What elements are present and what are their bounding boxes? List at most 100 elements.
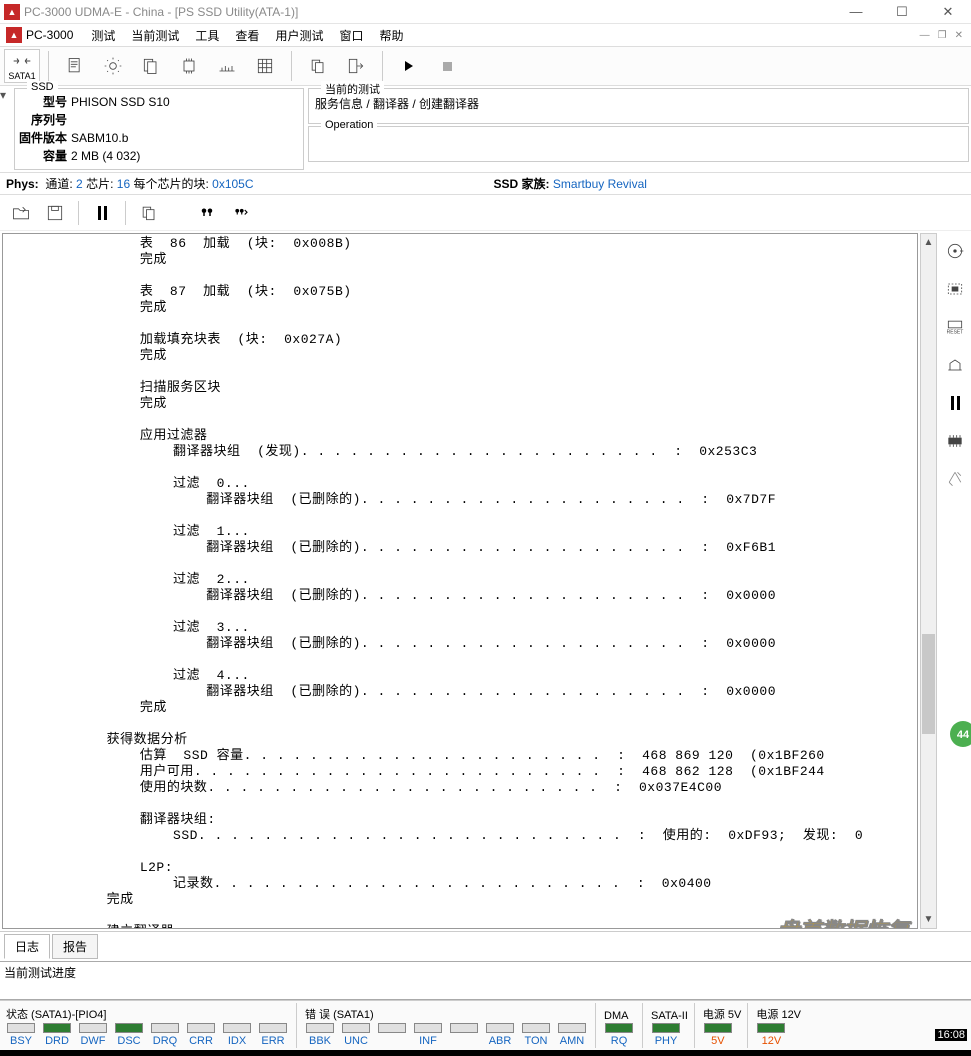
tab-report[interactable]: 报告 [52,934,98,959]
model-label: 型号 [17,93,71,111]
phys-info-bar: Phys: 通道: 2 芯片: 16 每个芯片的块: 0x105C SSD 家族… [0,173,971,195]
window-title: PC-3000 UDMA-E - China - [PS SSD Utility… [24,5,833,19]
status-group-dma: DMA RQ [602,1010,636,1048]
side-reset-icon[interactable]: RESET [943,315,967,339]
serial-label: 序列号 [17,111,71,129]
info-panel: ▾ SSD 型号PHISON SSD S10 序列号 固件版本SABM10.b … [0,86,971,173]
scroll-up-icon[interactable]: ▲ [921,234,936,251]
tool-ruler-icon[interactable] [209,49,245,83]
status-title-state: 状态 (SATA1)-[PIO4] [4,1006,290,1022]
family-value: Smartbuy Revival [553,177,647,191]
current-test-legend: 当前的测试 [321,81,384,97]
tab-log[interactable]: 日志 [4,934,50,959]
test-info-box: 当前的测试 服务信息 / 翻译器 / 创建翻译器 Operation [308,88,969,170]
indicator-INF: INF [413,1023,443,1047]
cap-value: 2 MB (4 032) [71,147,140,165]
tool-chip-icon[interactable] [171,49,207,83]
phys-label: Phys: [6,177,39,191]
open-icon[interactable] [6,199,36,227]
badge-text: 44 [957,729,970,741]
mdi-restore[interactable]: ❐ [938,30,947,41]
sata1-button[interactable]: SATA1 [4,49,40,83]
indicator-PHY: PHY [651,1023,681,1047]
side-tool-1-icon[interactable] [943,239,967,263]
tool-doc-icon[interactable] [57,49,93,83]
menu-help[interactable]: 帮助 [371,25,411,46]
side-chip-icon[interactable] [943,429,967,453]
log-tabs: 日志 报告 [0,931,971,961]
block-value: 0x105C [212,177,253,191]
fw-label: 固件版本 [17,129,71,147]
tool-gear-icon[interactable] [95,49,131,83]
tool-copy-icon[interactable] [300,49,336,83]
float-badge[interactable]: 44 [945,720,971,748]
indicator-AMN: AMN [557,1023,587,1047]
indicator-RQ: RQ [604,1023,634,1047]
collapse-arrow-icon[interactable]: ▾ [0,86,12,172]
watermark-line1: 盘首数据恢复 [777,913,909,929]
indicator-BSY: BSY [6,1023,36,1047]
mdi-close[interactable]: ✕ [955,30,963,41]
main-toolbar: SATA1 [0,46,971,86]
menu-window[interactable]: 窗口 [331,25,371,46]
scroll-down-icon[interactable]: ▼ [921,911,936,928]
main-area: 表 86 加载 (块: 0x008B) 完成 表 87 加载 (块: 0x075… [0,231,971,931]
scrollbar[interactable]: ▲ ▼ [920,233,937,929]
maximize-button[interactable]: ☐ [879,0,925,24]
minimize-button[interactable]: — [833,0,879,24]
menu-test[interactable]: 测试 [83,25,123,46]
status-title-12v: 电源 12V [754,1006,801,1022]
indicator-12V: 12V [756,1023,786,1047]
play-button[interactable] [391,49,427,83]
indicator-UNC: UNC [341,1023,371,1047]
pause-icon[interactable] [87,199,117,227]
stop-button[interactable] [429,49,465,83]
side-tool-2-icon[interactable] [943,277,967,301]
tool-grid-icon[interactable] [247,49,283,83]
copy-icon[interactable] [134,199,164,227]
status-title-error: 错 误 (SATA1) [303,1006,589,1022]
log-area[interactable]: 表 86 加载 (块: 0x008B) 完成 表 87 加载 (块: 0x075… [2,233,918,929]
app-icon: ▲ [4,4,20,20]
status-group-error: 错 误 (SATA1) BBKUNCINFABRTONAMN [303,1006,589,1048]
menu-user-test[interactable]: 用户测试 [267,25,331,46]
app-icon-small: ▲ [6,27,22,43]
find-icon[interactable] [192,199,222,227]
menu-current-test[interactable]: 当前测试 [123,25,187,46]
status-bar: 状态 (SATA1)-[PIO4] BSYDRDDWFDSCDRQCRRIDXE… [0,1000,971,1050]
save-icon[interactable] [40,199,70,227]
side-tool-4-icon[interactable] [943,353,967,377]
watermark: 盘首数据恢复 18913587620 [777,913,909,929]
svg-text:RESET: RESET [947,330,964,335]
menu-view[interactable]: 查看 [227,25,267,46]
indicator-blank [377,1023,407,1047]
sata1-label: SATA1 [8,71,35,81]
status-group-5v: 电源 5V 5V [701,1006,742,1048]
family-label: SSD 家族: [494,175,550,192]
menu-tools[interactable]: 工具 [187,25,227,46]
side-pause-icon[interactable] [943,391,967,415]
scroll-thumb[interactable] [922,634,935,734]
status-title-dma: DMA [602,1010,636,1022]
tool-docs-icon[interactable] [133,49,169,83]
chip-value: 16 [117,177,130,191]
menubar: ▲ PC-3000 测试 当前测试 工具 查看 用户测试 窗口 帮助 — ❐ ✕ [0,24,971,46]
indicator-DRQ: DRQ [150,1023,180,1047]
channel-label: 通道: [45,175,72,192]
log-text: 表 86 加载 (块: 0x008B) 完成 表 87 加载 (块: 0x075… [3,234,917,929]
close-button[interactable]: ✕ [925,0,971,24]
log-toolbar [0,195,971,231]
indicator-5V: 5V [703,1023,733,1047]
indicator-IDX: IDX [222,1023,252,1047]
find-next-icon[interactable] [226,199,256,227]
status-group-sata2: SATA-II PHY [649,1010,688,1048]
mdi-minimize[interactable]: — [920,30,930,41]
channel-value: 2 [76,177,83,191]
side-settings-icon[interactable] [943,467,967,491]
app-name: PC-3000 [26,28,73,42]
progress-row: 当前测试进度 [0,961,971,1000]
status-group-12v: 电源 12V 12V [754,1006,801,1048]
tool-exit-icon[interactable] [338,49,374,83]
indicator-DRD: DRD [42,1023,72,1047]
status-title-5v: 电源 5V [701,1006,742,1022]
